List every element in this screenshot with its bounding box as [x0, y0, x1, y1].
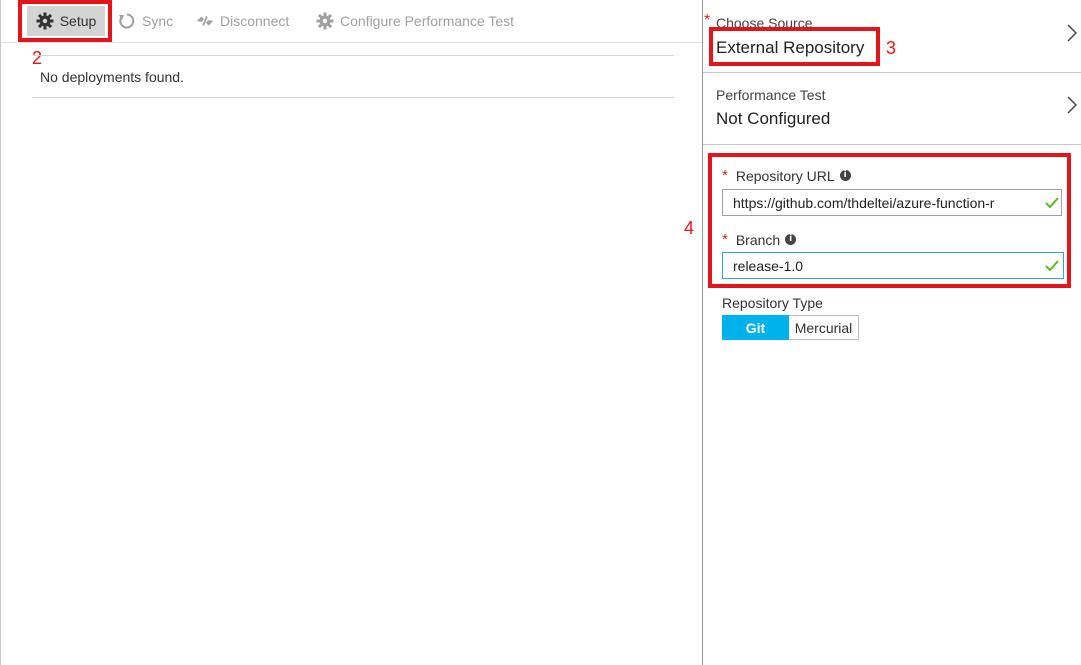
chevron-right-icon [1067, 96, 1077, 114]
annotation-box-setup [18, 0, 112, 42]
annotation-box-repository [708, 153, 1071, 288]
performance-test-label: Performance Test [716, 87, 826, 103]
divider [32, 55, 674, 56]
repository-type-label: Repository Type [722, 295, 823, 311]
performance-test-row[interactable]: Performance Test Not Configured [703, 72, 1081, 145]
annotation-number: 3 [886, 38, 897, 58]
annotation-number: 4 [684, 218, 695, 238]
sync-button[interactable]: Sync [118, 6, 173, 36]
chevron-right-icon [1067, 24, 1077, 42]
configure-performance-test-label: Configure Performance Test [340, 13, 515, 29]
disconnect-label: Disconnect [220, 13, 290, 29]
disconnect-button[interactable]: Disconnect [196, 6, 289, 36]
sync-icon [119, 13, 135, 29]
configure-performance-test-button[interactable]: Configure Performance Test [316, 6, 514, 36]
annotation-box-source [709, 27, 880, 66]
performance-test-value: Not Configured [716, 109, 831, 128]
repository-type-toggle: Git Mercurial [722, 315, 859, 340]
gear-icon [316, 12, 334, 30]
no-deployments-message: No deployments found. [40, 69, 184, 85]
mercurial-option[interactable]: Mercurial [789, 315, 859, 340]
sync-label: Sync [142, 13, 174, 29]
annotation-number: 2 [32, 48, 43, 68]
divider [32, 97, 674, 98]
git-option[interactable]: Git [722, 315, 789, 340]
disconnect-icon [196, 16, 214, 26]
deployment-source-blade: * Choose Source External Repository 3 Pe… [684, 0, 1081, 665]
deployment-pane: Setup Sync Disconnect Configure Performa… [0, 0, 702, 665]
